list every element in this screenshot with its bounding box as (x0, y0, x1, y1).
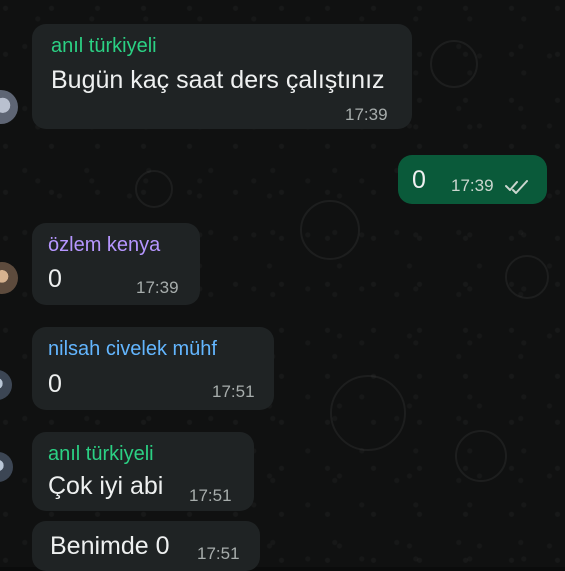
background-doodle (300, 200, 360, 260)
background-doodle (135, 170, 173, 208)
message-bubble-anil-question[interactable]: anıl türkiyeli Bugün kaç saat ders çalış… (32, 24, 412, 129)
message-time: 17:39 (451, 176, 494, 195)
background-doodle (430, 40, 478, 88)
message-bubble-benimde[interactable]: Benimde 0 17:51 (32, 521, 260, 571)
background-doodle (505, 255, 549, 299)
background-doodle (455, 430, 507, 482)
message-bubble-nilsah[interactable]: nilsah civelek mühf 0 17:51 (32, 327, 274, 410)
message-sender[interactable]: nilsah civelek mühf (48, 337, 217, 361)
message-time: 17:39 (345, 105, 388, 124)
double-check-read-icon (505, 180, 528, 194)
message-bubble-own-zero[interactable]: 0 17:39 (398, 155, 547, 204)
message-text: Benimde 0 (50, 532, 170, 560)
message-text: Bugün kaç saat ders çalıştınız (51, 66, 385, 94)
message-time: 17:39 (136, 278, 179, 297)
message-text: 0 (412, 166, 426, 194)
message-text: 0 (48, 370, 62, 398)
message-time: 17:51 (212, 382, 255, 401)
message-time: 17:51 (197, 544, 240, 563)
message-sender[interactable]: anıl türkiyeli (48, 442, 154, 466)
message-sender[interactable]: anıl türkiyeli (51, 34, 157, 58)
message-text: Çok iyi abi (48, 472, 164, 500)
message-text: 0 (48, 265, 62, 293)
message-time: 17:51 (189, 486, 232, 505)
message-sender[interactable]: özlem kenya (48, 233, 160, 257)
message-bubble-ozlem[interactable]: özlem kenya 0 17:39 (32, 223, 200, 305)
background-doodle (330, 375, 406, 451)
message-bubble-anil-reply[interactable]: anıl türkiyeli Çok iyi abi 17:51 (32, 432, 254, 511)
